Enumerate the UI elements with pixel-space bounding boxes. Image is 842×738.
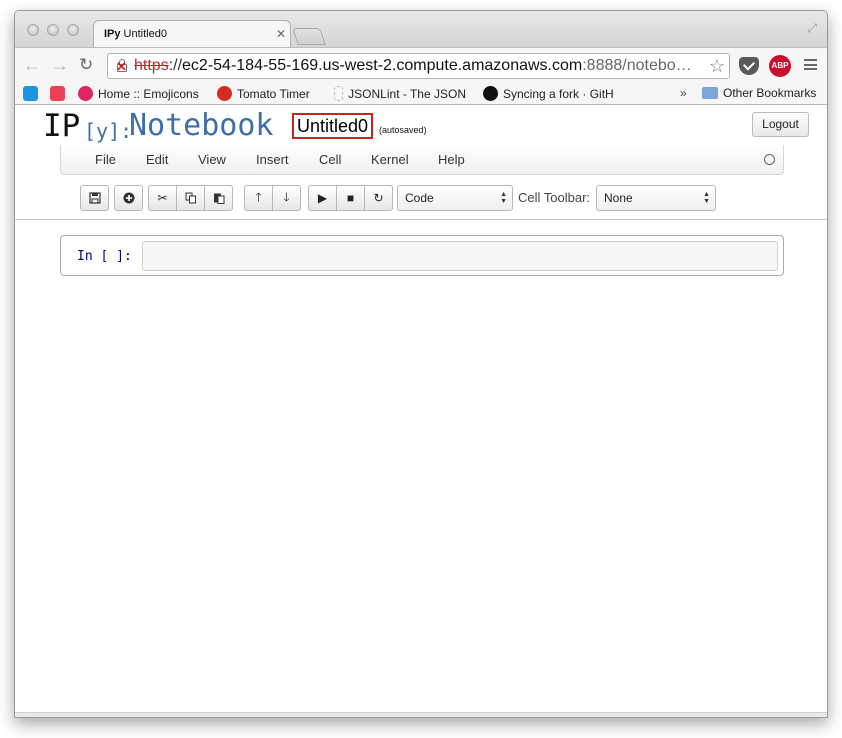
cell-type-select[interactable]: Code ▲ ▼ (397, 185, 513, 211)
url-path: :8888/notebo… (582, 57, 692, 74)
new-tab-button[interactable] (292, 28, 326, 45)
notebook-menubar: File Edit View Insert Cell Kernel Help (60, 145, 784, 175)
window-close-button[interactable] (27, 24, 39, 36)
bookmark-tomato-timer[interactable]: Tomato Timer (217, 86, 310, 101)
bookmark-jsonlint[interactable]: JSONLint - The JSON (334, 86, 466, 101)
browser-window: IPy Untitled0 ✕ ⤢ ← → ↻ ✕ https :// ec2-… (14, 10, 828, 718)
twitter-icon (23, 86, 38, 101)
bookmarks-overflow-chevron[interactable]: » (680, 86, 687, 100)
bookmark-star-icon[interactable]: ☆ (709, 56, 725, 77)
tomato-icon (217, 86, 232, 101)
notebook-toolbar: ✂ 🡑 🡓 ▶ ■ ↻ Code ▲ ▼ Cell Toolbar: None … (15, 180, 827, 218)
bookmark-pocket[interactable] (50, 86, 70, 101)
bookmark-emojicons[interactable]: Home :: Emojicons (78, 86, 199, 101)
copy-icon[interactable] (176, 185, 205, 211)
hamburger-menu-icon[interactable] (804, 59, 817, 70)
reload-icon[interactable]: ↻ (79, 56, 93, 74)
bookmark-github-sync[interactable]: Syncing a fork · GitH (483, 86, 618, 101)
ipython-logo-ip: IP (43, 108, 81, 144)
menu-view[interactable]: View (198, 152, 226, 167)
browser-toolbar: ← → ↻ ✕ https :// ec2-54-184-55-169.us-w… (15, 47, 827, 83)
cell-toolbar-label: Cell Toolbar: (518, 190, 591, 205)
bookmark-label: Syncing a fork · GitH (503, 86, 614, 101)
pocket-extension-icon[interactable] (739, 57, 759, 75)
kernel-idle-indicator-icon (764, 154, 775, 165)
notebook-page: IP [y]: Notebook Untitled0 (autosaved) L… (15, 105, 827, 717)
cell-type-value: Code (405, 191, 434, 205)
notebook-header: IP [y]: Notebook Untitled0 (autosaved) L… (15, 105, 827, 145)
jsonlint-icon (334, 86, 344, 101)
other-bookmarks-folder[interactable]: Other Bookmarks (702, 86, 816, 100)
other-bookmarks-label: Other Bookmarks (723, 86, 817, 100)
back-arrow-icon[interactable]: ← (23, 56, 41, 74)
restart-kernel-icon[interactable]: ↻ (364, 185, 393, 211)
cut-scissors-icon[interactable]: ✂ (148, 185, 177, 211)
save-icon[interactable] (80, 185, 109, 211)
cell-toolbar-value: None (604, 191, 633, 205)
title-bar: IPy Untitled0 ✕ ⤢ (15, 11, 827, 47)
toolbar-divider (15, 219, 827, 220)
select-updown-icon: ▲ ▼ (703, 191, 710, 205)
browser-tab[interactable]: IPy Untitled0 ✕ (93, 20, 291, 47)
bookmark-label: JSONLint - The JSON (348, 86, 466, 101)
fullscreen-icon[interactable]: ⤢ (807, 21, 817, 36)
window-bottom-edge (15, 712, 827, 717)
notebook-name[interactable]: Untitled0 (292, 113, 374, 139)
move-down-arrow-icon[interactable]: 🡓 (272, 185, 301, 211)
run-play-icon[interactable]: ▶ (308, 185, 337, 211)
menu-help[interactable]: Help (438, 152, 465, 167)
tab-favicon: IPy (104, 28, 121, 40)
emojicons-icon (78, 86, 93, 101)
broken-lock-icon[interactable]: ✕ (114, 58, 130, 74)
menu-file[interactable]: File (95, 152, 116, 167)
adblock-plus-icon[interactable]: ABP (769, 55, 791, 77)
bookmark-twitter[interactable] (23, 86, 43, 101)
address-bar[interactable]: ✕ https :// ec2-54-184-55-169.us-west-2.… (107, 53, 730, 79)
url-separator: :// (168, 57, 183, 74)
menu-insert[interactable]: Insert (256, 152, 289, 167)
folder-icon (702, 87, 718, 99)
bookmark-label: Home :: Emojicons (98, 86, 199, 101)
window-minimize-button[interactable] (47, 24, 59, 36)
window-zoom-button[interactable] (67, 24, 79, 36)
menu-cell[interactable]: Cell (319, 152, 341, 167)
paste-icon[interactable] (204, 185, 233, 211)
close-icon[interactable]: ✕ (272, 27, 290, 41)
bookmarks-bar: Home :: Emojicons Tomato Timer JSONLint … (15, 83, 827, 105)
cell-code-input[interactable] (142, 241, 778, 271)
bookmark-label: Tomato Timer (237, 86, 310, 101)
cell-toolbar-select[interactable]: None ▲ ▼ (596, 185, 716, 211)
save-status: (autosaved) (379, 125, 427, 135)
select-updown-icon: ▲ ▼ (500, 191, 507, 205)
ipython-logo-notebook: Notebook (129, 108, 274, 143)
ipython-logo-y: [y]: (84, 119, 133, 143)
insert-cell-plus-icon[interactable] (114, 185, 143, 211)
github-icon (483, 86, 498, 101)
url-scheme: https (134, 57, 169, 74)
pocket-icon (50, 86, 65, 101)
logout-button[interactable]: Logout (752, 112, 809, 137)
move-up-arrow-icon[interactable]: 🡑 (244, 185, 273, 211)
stop-interrupt-icon[interactable]: ■ (336, 185, 365, 211)
url-host: ec2-54-184-55-169.us-west-2.compute.amaz… (182, 57, 583, 74)
menu-edit[interactable]: Edit (146, 152, 168, 167)
menu-kernel[interactable]: Kernel (371, 152, 409, 167)
input-prompt: In [ ]: (77, 249, 132, 264)
code-cell[interactable]: In [ ]: (60, 235, 784, 276)
tab-title: Untitled0 (123, 28, 167, 40)
forward-arrow-icon[interactable]: → (51, 56, 69, 74)
